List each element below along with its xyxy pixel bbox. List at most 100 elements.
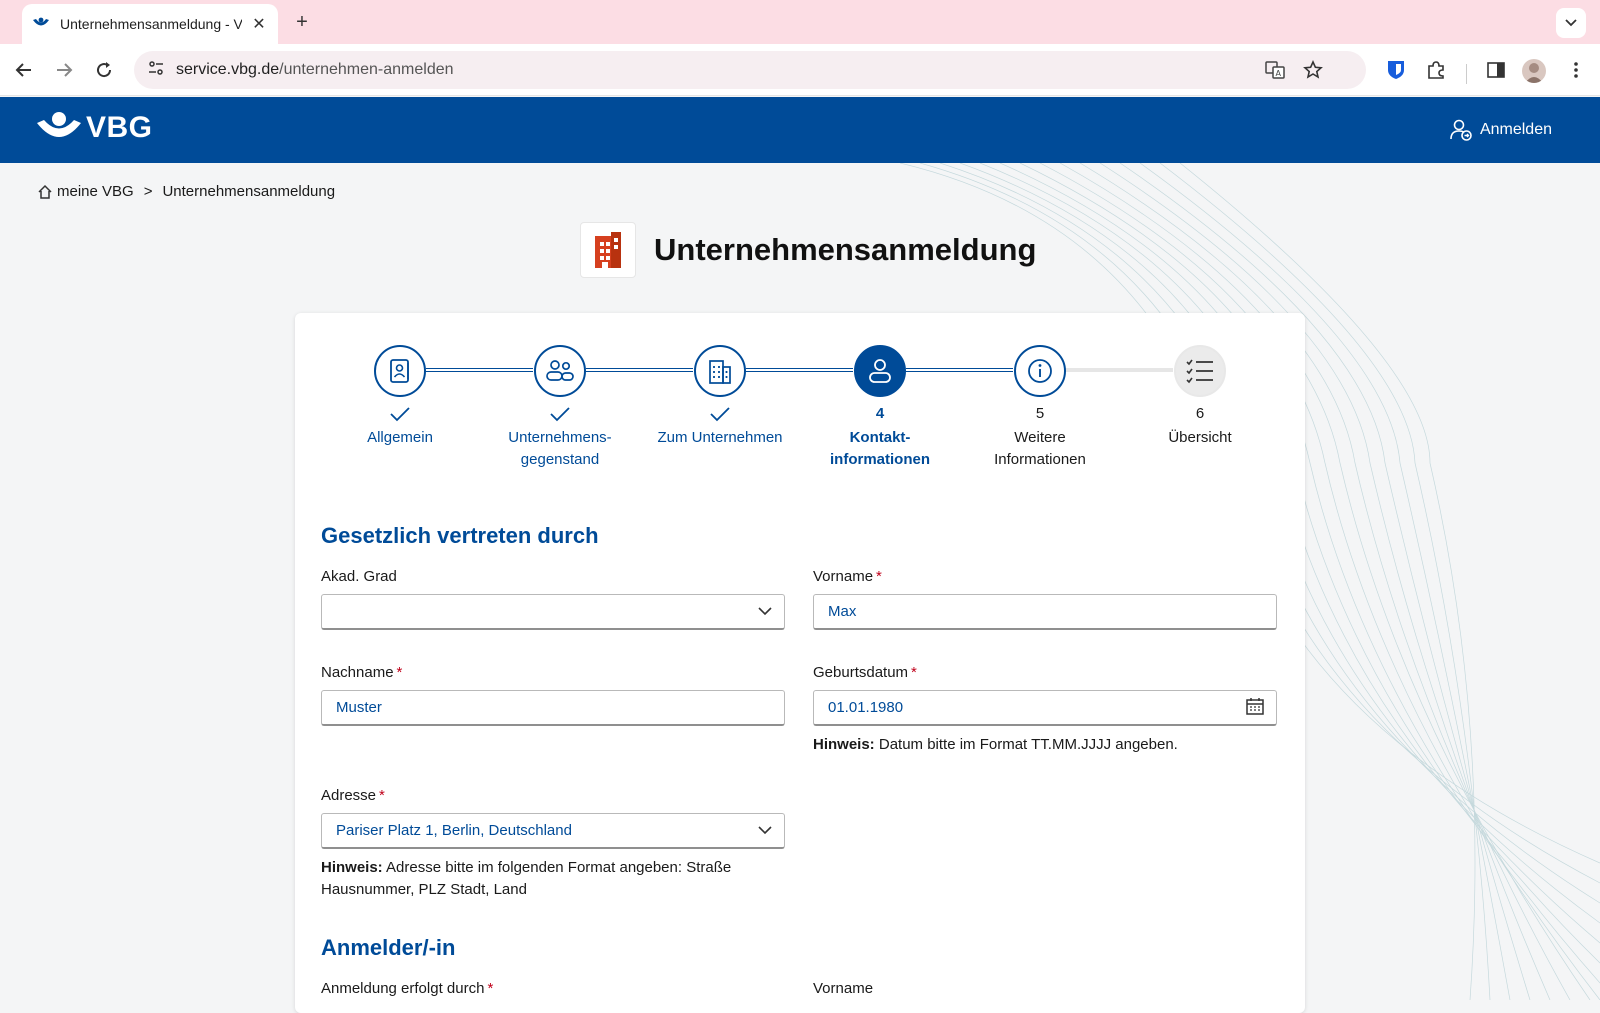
geburtsdatum-label-text: Geburtsdatum	[813, 664, 909, 681]
calendar-icon[interactable]	[1246, 697, 1264, 719]
step-label-line2: gegenstand	[520, 451, 600, 468]
people-icon	[546, 360, 574, 381]
section-title-applicant: Anmelder/-in	[321, 935, 456, 960]
nachname-label-text: Nachname	[321, 664, 394, 681]
building-icon	[709, 360, 731, 384]
chevron-down-icon	[758, 603, 772, 620]
vorname-label: Vorname *	[813, 568, 1277, 590]
checkmark-icon	[325, 405, 475, 427]
step-circle	[374, 345, 426, 397]
step-number: 5	[1035, 405, 1045, 422]
step-number: 4	[875, 405, 885, 422]
url-path: /unternehmen-anmelden	[279, 61, 454, 78]
akad-grad-label-text: Akad. Grad	[321, 568, 397, 585]
step-weitere-informationen[interactable]: 5 Weitere Informationen	[965, 345, 1115, 471]
step-label: Kontakt-	[849, 429, 911, 446]
step-number: 6	[1195, 405, 1205, 422]
akad-grad-field: Akad. Grad	[321, 568, 785, 630]
side-panel-icon[interactable]	[1482, 56, 1510, 84]
checklist-icon	[1186, 359, 1213, 384]
step-uebersicht[interactable]: 6 Übersicht	[1125, 345, 1275, 449]
required-marker: *	[876, 568, 882, 585]
hint-label: Hinweis:	[813, 736, 875, 753]
page-title-area: Unternehmensanmeldung	[580, 222, 1036, 278]
browser-tabstrip: Unternehmensanmeldung - VBG ✕ +	[0, 0, 1600, 44]
page-title: Unternehmensanmeldung	[654, 232, 1037, 267]
geburtsdatum-field: Geburtsdatum * 01.01.1980 Hinweis: Datum …	[813, 664, 1277, 756]
bookmark-star-icon[interactable]	[1300, 57, 1326, 83]
url-host: service.vbg.de	[176, 61, 280, 78]
nachname-label: Nachname *	[321, 664, 785, 686]
translate-icon[interactable]: A	[1262, 57, 1288, 83]
tab-close-icon[interactable]: ✕	[250, 14, 268, 34]
step-label: Unternehmens-	[508, 429, 612, 446]
anmeldung-label-text: Anmeldung erfolgt durch	[321, 980, 485, 997]
id-card-icon	[390, 359, 409, 383]
required-marker: *	[911, 664, 917, 681]
browser-menu-icon[interactable]	[1562, 56, 1590, 84]
geburtsdatum-value: 01.01.1980	[828, 699, 904, 716]
step-circle	[534, 345, 586, 397]
home-icon[interactable]	[37, 184, 53, 200]
tab-search-icon[interactable]	[1556, 8, 1586, 38]
geburtsdatum-input[interactable]: 01.01.1980	[813, 690, 1277, 726]
step-circle	[1014, 345, 1066, 397]
toolbar-separator	[1466, 64, 1467, 84]
section-title-legal: Gesetzlich vertreten durch	[321, 523, 599, 548]
back-arrow-icon[interactable]	[10, 56, 38, 84]
step-allgemein[interactable]: Allgemein	[325, 345, 475, 449]
adresse-label-text: Adresse	[321, 787, 377, 804]
adresse-combobox[interactable]: Pariser Platz 1, Berlin, Deutschland	[321, 813, 785, 849]
anmeldung-label: Anmeldung erfolgt durch *	[321, 980, 785, 1002]
bitwarden-extension-icon[interactable]	[1382, 56, 1410, 84]
forward-arrow-icon[interactable]	[50, 56, 78, 84]
required-marker: *	[379, 787, 385, 804]
user-login-icon	[1450, 119, 1472, 141]
new-tab-icon[interactable]: +	[290, 10, 314, 34]
step-label: Weitere	[1014, 429, 1066, 446]
checkmark-icon	[645, 405, 795, 427]
hint-text: Adresse bitte im folgenden Format angebe…	[321, 859, 732, 898]
step-kontaktinformationen[interactable]: 4 Kontakt- informationen	[805, 345, 955, 471]
nachname-field: Nachname * Muster	[321, 664, 785, 726]
svg-text:A: A	[1276, 69, 1282, 78]
vorname-value: Max	[828, 603, 857, 620]
hint-label: Hinweis:	[321, 859, 383, 876]
adresse-value: Pariser Platz 1, Berlin, Deutschland	[336, 822, 572, 839]
progress-stepper: Allgemein Unternehmens- gegenstand Zum U…	[295, 313, 1305, 493]
breadcrumb-home-link[interactable]: meine VBG	[57, 183, 134, 200]
akad-grad-label: Akad. Grad	[321, 568, 785, 590]
nachname-input[interactable]: Muster	[321, 690, 785, 726]
akad-grad-select[interactable]	[321, 594, 785, 630]
vbg-logo[interactable]: VBG	[36, 111, 153, 145]
browser-toolbar: service.vbg.de/unternehmen-anmelden A	[0, 44, 1600, 96]
breadcrumb-current: Unternehmensanmeldung	[162, 183, 336, 200]
vorname-input[interactable]: Max	[813, 594, 1277, 630]
login-label: Anmelden	[1479, 121, 1552, 138]
reload-icon[interactable]	[90, 56, 118, 84]
tab-title: Unternehmensanmeldung - VBG	[60, 16, 242, 32]
geburtsdatum-hint: Hinweis: Datum bitte im Format TT.MM.JJJ…	[813, 734, 1277, 756]
breadcrumb: meine VBG > Unternehmensanmeldung	[37, 183, 335, 200]
person-icon	[869, 359, 891, 383]
vorname-label-text: Vorname	[813, 568, 874, 585]
login-button[interactable]: Anmelden	[1450, 119, 1552, 141]
applicant-vorname-field: Vorname	[813, 980, 1277, 1002]
browser-tab[interactable]: Unternehmensanmeldung - VBG ✕	[22, 4, 278, 44]
hint-text: Datum bitte im Format TT.MM.JJJJ angeben…	[874, 736, 1178, 753]
geburtsdatum-label: Geburtsdatum *	[813, 664, 1277, 686]
breadcrumb-separator: >	[143, 183, 153, 200]
applicant-vorname-label: Vorname	[813, 980, 874, 997]
step-label-line2: Informationen	[994, 451, 1086, 468]
url-text: service.vbg.de/unternehmen-anmelden	[176, 61, 454, 79]
logo-text: VBG	[86, 111, 153, 144]
profile-avatar[interactable]	[1522, 59, 1546, 83]
extensions-puzzle-icon[interactable]	[1422, 56, 1450, 84]
anmeldung-field: Anmeldung erfolgt durch *	[321, 980, 785, 1002]
vbg-favicon-icon	[32, 15, 50, 33]
step-unternehmensgegenstand[interactable]: Unternehmens- gegenstand	[485, 345, 635, 471]
address-bar[interactable]: service.vbg.de/unternehmen-anmelden A	[134, 51, 1366, 89]
site-settings-icon[interactable]	[148, 60, 164, 81]
step-label-line2: informationen	[830, 451, 930, 468]
step-zum-unternehmen[interactable]: Zum Unternehmen	[645, 345, 795, 449]
